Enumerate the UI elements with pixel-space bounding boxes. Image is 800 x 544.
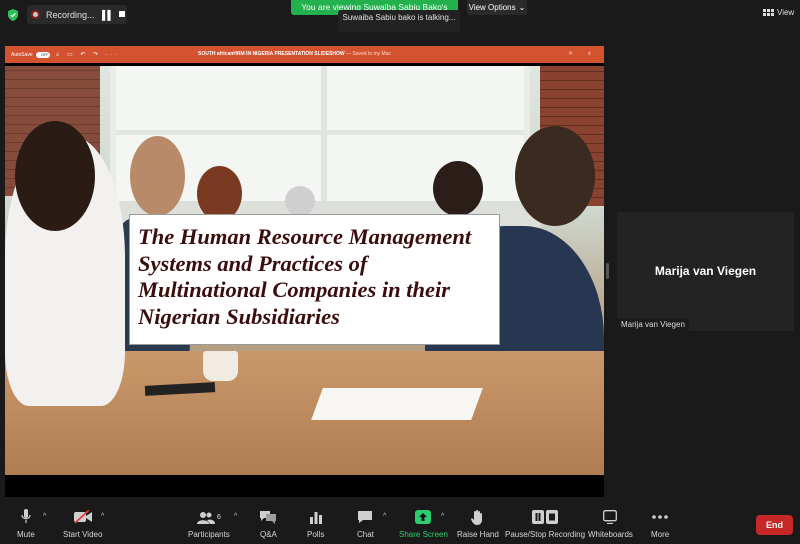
pause-stop-recording-label: Pause/Stop Recording — [505, 530, 586, 539]
pause-stop-recording-icon — [532, 509, 559, 525]
saved-status: — Saved to my Mac — [345, 51, 391, 57]
shield-icon[interactable] — [8, 9, 18, 21]
polls-label: Polls — [307, 530, 325, 539]
video-off-icon — [73, 509, 93, 525]
start-video-button[interactable]: Start Video — [63, 509, 102, 539]
share-screen-icon — [415, 509, 432, 525]
chevron-down-icon: ⌄ — [518, 3, 526, 12]
polls-button[interactable]: Polls — [307, 509, 324, 539]
slide-photo-cup — [203, 351, 238, 381]
microphone-icon — [21, 509, 31, 525]
slide-photo-person — [433, 161, 483, 216]
pause-stop-recording-button[interactable]: Pause/Stop Recording — [505, 509, 585, 539]
participant-name-label: Marija van Viegen — [617, 318, 689, 331]
pause-recording-icon[interactable]: ▌▌ — [102, 10, 114, 20]
presentation-slide: The Human Resource Management Systems an… — [5, 66, 604, 475]
video-options-caret-icon[interactable]: ^ — [101, 513, 104, 520]
chat-button[interactable]: Chat — [357, 509, 374, 539]
mute-label: Mute — [17, 530, 35, 539]
start-video-label: Start Video — [63, 530, 103, 539]
slide-photo-person — [285, 186, 315, 216]
participants-icon: 6 — [196, 509, 221, 525]
recording-indicator: Recording... ▌▌ — [27, 5, 127, 24]
participants-label: Participants — [188, 530, 230, 539]
chat-icon — [357, 509, 373, 525]
participants-options-caret-icon[interactable]: ^ — [234, 513, 237, 520]
meeting-toolbar: Mute ^ Start Video ^ 6 Participants ^ Q&… — [0, 502, 800, 544]
talking-indicator-text: Suwaiba Sabiu bako is talking... — [342, 13, 456, 22]
view-button[interactable]: View — [763, 8, 794, 17]
document-name: SOUTH africanHRM IN NIGERIA PRESENTATION… — [198, 51, 345, 57]
talking-indicator: Suwaiba Sabiu bako is talking... — [338, 10, 460, 32]
more-dots-icon — [652, 509, 668, 525]
participant-video-tile[interactable]: Marija van Viegen Marija van Viegen — [617, 212, 794, 331]
slide-photo-person — [15, 121, 95, 231]
grid-view-icon — [763, 9, 774, 16]
document-title: SOUTH africanHRM IN NIGERIA PRESENTATION… — [198, 51, 391, 57]
slide-photo-person — [197, 166, 242, 221]
participant-display-name: Marija van Viegen — [654, 264, 757, 278]
view-options-button[interactable]: View Options ⌄ — [467, 0, 527, 15]
view-options-label: View Options — [468, 3, 516, 12]
quick-access-icons[interactable]: ⌂ ▭ ↶ ↷ ··· — [56, 51, 121, 58]
raise-hand-button[interactable]: Raise Hand — [457, 509, 499, 539]
participants-count: 6 — [216, 513, 221, 521]
polls-icon — [309, 509, 322, 525]
slide-title: The Human Resource Management Systems an… — [138, 224, 472, 329]
chat-options-caret-icon[interactable]: ^ — [383, 513, 386, 520]
whiteboard-icon — [603, 509, 618, 525]
recording-label: Recording... — [46, 9, 95, 20]
shared-screen: AutoSave OFF ⌂ ▭ ↶ ↷ ··· SOUTH africanHR… — [5, 46, 604, 497]
autosave-label: AutoSave — [11, 51, 33, 58]
stop-recording-icon[interactable] — [119, 11, 125, 17]
slide-photo-person — [130, 136, 185, 216]
view-label: View — [777, 8, 795, 17]
slide-photo-paper — [311, 388, 483, 420]
chat-label: Chat — [357, 530, 374, 539]
slide-title-box: The Human Resource Management Systems an… — [129, 214, 500, 345]
search-icon[interactable]: ⌕ ♁ — [569, 50, 598, 58]
meeting-top-bar: Recording... ▌▌ You are viewing Suwaiba … — [0, 0, 800, 32]
slide-photo-person — [515, 126, 595, 226]
audio-options-caret-icon[interactable]: ^ — [43, 513, 46, 520]
raise-hand-label: Raise Hand — [457, 530, 499, 539]
qa-label: Q&A — [260, 530, 277, 539]
mute-button[interactable]: Mute — [17, 509, 35, 539]
powerpoint-title-bar: AutoSave OFF ⌂ ▭ ↶ ↷ ··· SOUTH africanHR… — [5, 46, 604, 63]
more-button[interactable]: More — [651, 509, 669, 539]
share-options-caret-icon[interactable]: ^ — [441, 513, 444, 520]
autosave-toggle[interactable]: OFF — [35, 51, 50, 58]
share-screen-label: Share Screen — [399, 530, 448, 539]
qa-icon — [260, 509, 277, 525]
qa-button[interactable]: Q&A — [260, 509, 277, 539]
recording-dot-icon — [31, 10, 40, 19]
whiteboards-label: Whiteboards — [588, 530, 633, 539]
whiteboards-button[interactable]: Whiteboards — [588, 509, 633, 539]
participants-button[interactable]: 6 Participants — [188, 509, 230, 539]
resize-handle[interactable] — [606, 263, 609, 279]
end-meeting-button[interactable]: End — [756, 515, 793, 535]
more-label: More — [651, 530, 670, 539]
raise-hand-icon — [471, 509, 484, 525]
